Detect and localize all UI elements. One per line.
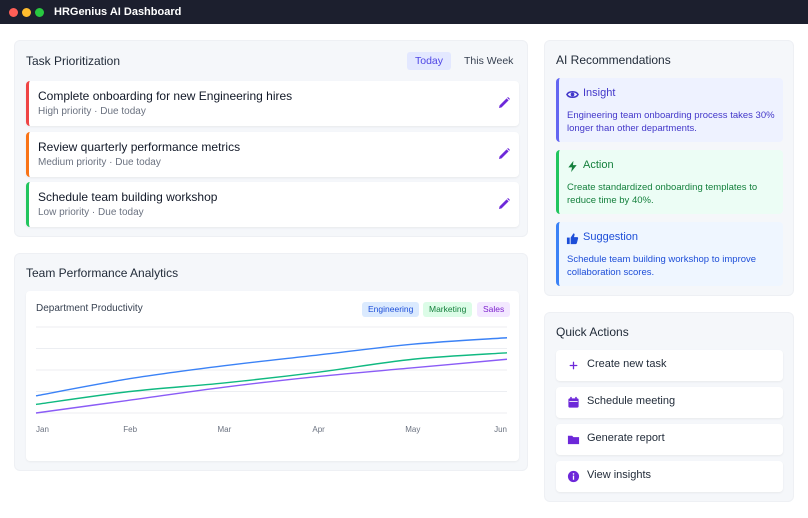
ai-panel-title: AI Recommendations (556, 53, 671, 67)
analytics-panel-title: Team Performance Analytics (26, 266, 179, 280)
x-tick-label: Jun (494, 425, 507, 434)
tab-today[interactable]: Today (407, 52, 452, 70)
task-card[interactable]: Review quarterly performance metrics Med… (26, 132, 519, 177)
generate-report-label: Generate report (587, 432, 665, 444)
task-meta: Low priority · Due today (38, 207, 144, 218)
action-body: Create standardized onboarding templates… (567, 182, 758, 206)
series-line-engineering (35, 337, 508, 397)
x-tick-label: Apr (312, 425, 325, 434)
task-card[interactable]: Complete onboarding for new Engineering … (26, 81, 519, 126)
x-tick-label: Mar (218, 425, 232, 434)
thumbs-up-icon (566, 233, 579, 245)
task-name: Schedule team building workshop (38, 190, 218, 204)
meta-separator: · (109, 157, 113, 168)
quick-actions-panel: Quick Actions Create new task Schedule m… (544, 312, 794, 502)
pencil-icon[interactable] (497, 96, 511, 110)
meta-separator: · (94, 106, 98, 117)
schedule-meeting-button[interactable]: Schedule meeting (556, 387, 783, 418)
generate-report-button[interactable]: Generate report (556, 424, 783, 455)
create-task-button[interactable]: Create new task (556, 350, 783, 381)
plus-icon (569, 361, 578, 370)
task-priority: High priority (38, 106, 92, 117)
eye-icon (566, 90, 579, 99)
insight-body: Engineering team onboarding process take… (567, 110, 775, 134)
view-insights-label: View insights (587, 469, 651, 481)
series-line-sales (35, 358, 508, 414)
suggestion-card[interactable]: Suggestion Schedule team building worksh… (556, 222, 783, 286)
info-icon (567, 470, 580, 483)
pencil-icon[interactable] (497, 147, 511, 161)
window-title: HRGenius AI Dashboard (54, 6, 182, 18)
task-name: Complete onboarding for new Engineering … (38, 89, 293, 103)
insight-card[interactable]: Insight Engineering team onboarding proc… (556, 78, 783, 142)
task-prioritization-panel: Task Prioritization Today This Week Comp… (14, 40, 528, 237)
task-meta: High priority · Due today (38, 106, 146, 117)
task-due: Due today (98, 207, 144, 218)
tab-this-week[interactable]: This Week (456, 52, 521, 70)
task-meta: Medium priority · Due today (38, 157, 161, 168)
pencil-icon[interactable] (497, 197, 511, 211)
productivity-line-chart: Jan Feb Mar Apr May Jun (35, 326, 508, 434)
lightning-icon (568, 160, 577, 173)
suggestion-body: Schedule team building workshop to impro… (567, 254, 757, 278)
suggestion-heading: Suggestion (583, 231, 639, 243)
task-priority: Medium priority (38, 157, 107, 168)
calendar-icon (568, 396, 579, 408)
window-titlebar: HRGenius AI Dashboard (0, 0, 808, 24)
task-priority: Low priority (38, 207, 90, 218)
maximize-window-button[interactable] (35, 8, 44, 17)
task-due: Due today (115, 157, 161, 168)
folder-icon (567, 435, 580, 445)
meta-separator: · (91, 207, 96, 218)
task-due: Due today (100, 106, 146, 117)
team-performance-panel: Team Performance Analytics Department Pr… (14, 253, 528, 471)
schedule-meeting-label: Schedule meeting (587, 395, 676, 407)
action-heading: Action (583, 159, 614, 171)
minimize-window-button[interactable] (22, 8, 31, 17)
x-tick-label: May (405, 425, 420, 434)
task-panel-title: Task Prioritization (26, 54, 121, 68)
task-card[interactable]: Schedule team building workshop Low prio… (26, 182, 519, 227)
create-task-label: Create new task (587, 358, 667, 370)
task-name: Review quarterly performance metrics (38, 140, 241, 154)
insight-heading: Insight (583, 87, 616, 99)
quick-actions-title: Quick Actions (556, 325, 629, 339)
productivity-chart-card: Department Productivity Engineering Mark… (26, 291, 519, 461)
view-insights-button[interactable]: View insights (556, 461, 783, 492)
close-window-button[interactable] (9, 8, 18, 17)
ai-recommendations-panel: AI Recommendations Insight Engineering t… (544, 40, 794, 296)
x-tick-label: Jan (36, 425, 49, 434)
x-tick-label: Feb (123, 425, 137, 434)
action-card[interactable]: Action Create standardized onboarding te… (556, 150, 783, 214)
